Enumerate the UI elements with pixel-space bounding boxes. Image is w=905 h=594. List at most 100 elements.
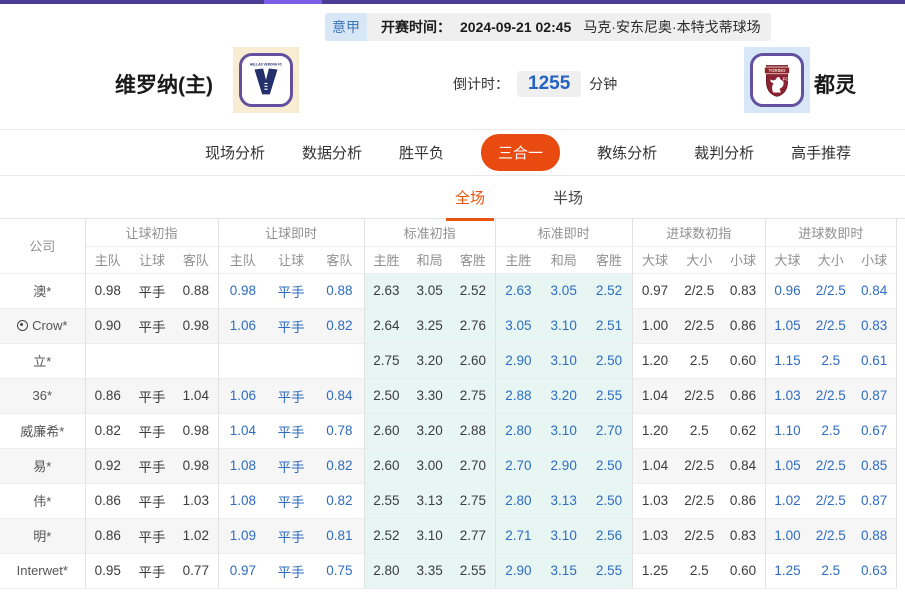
odds-cell[interactable]: 1.06 — [218, 307, 268, 343]
odds-cell[interactable]: 3.05 — [495, 307, 542, 343]
odds-cell[interactable]: 2.90 — [495, 342, 542, 378]
odds-cell[interactable]: 平手 — [267, 552, 316, 589]
odds-cell[interactable]: 2.71 — [495, 517, 542, 553]
odds-cell[interactable]: 1.08 — [218, 482, 268, 518]
odds-cell[interactable]: 2.90 — [495, 552, 542, 589]
odds-cell[interactable] — [315, 342, 365, 378]
odds-cell[interactable]: 2.50 — [586, 447, 633, 483]
odds-cell[interactable]: 0.87 — [852, 377, 898, 413]
odds-cell[interactable]: 0.88 — [852, 517, 898, 553]
odds-cell[interactable]: 2.56 — [586, 517, 633, 553]
odds-cell[interactable]: 2.50 — [586, 342, 633, 378]
odds-cell[interactable]: 3.10 — [541, 307, 587, 343]
nav-tab-1[interactable]: 现场分析 — [205, 142, 265, 163]
nav-tab-4[interactable]: 三合一 — [481, 134, 561, 171]
odds-cell[interactable]: 2.70 — [495, 447, 542, 483]
odds-cell[interactable]: 0.97 — [218, 552, 268, 589]
odds-cell[interactable]: 2/2.5 — [809, 377, 853, 413]
odds-cell[interactable]: 2.50 — [586, 482, 633, 518]
countdown-label: 倒计时： — [453, 76, 509, 92]
odds-cell[interactable]: 2.63 — [495, 272, 542, 308]
top-accent-bar — [0, 0, 905, 4]
odds-cell[interactable]: 3.20 — [541, 377, 587, 413]
odds-cell[interactable]: 1.04 — [218, 412, 268, 448]
odds-cell[interactable]: 1.03 — [765, 377, 810, 413]
odds-cell[interactable]: 0.85 — [852, 447, 898, 483]
company-cell: 威廉希* — [0, 412, 86, 448]
odds-cell[interactable]: 2.5 — [809, 342, 853, 378]
top-accent-segment — [264, 0, 322, 4]
odds-cell[interactable]: 1.08 — [218, 447, 268, 483]
odds-cell[interactable]: 1.05 — [765, 307, 810, 343]
odds-cell[interactable]: 1.00 — [765, 517, 810, 553]
nav-tab-5[interactable]: 教练分析 — [597, 142, 657, 163]
odds-cell[interactable]: 平手 — [267, 272, 316, 308]
odds-cell[interactable]: 0.82 — [315, 447, 365, 483]
odds-cell[interactable]: 3.10 — [541, 342, 587, 378]
odds-cell[interactable]: 0.63 — [852, 552, 898, 589]
period-tab-1[interactable]: 全场 — [445, 187, 495, 221]
odds-cell[interactable]: 平手 — [267, 517, 316, 553]
league-badge[interactable]: 意甲 — [325, 13, 367, 41]
odds-cell[interactable]: 2.55 — [586, 552, 633, 589]
odds-cell[interactable]: 2.80 — [495, 482, 542, 518]
odds-cell[interactable]: 2/2.5 — [809, 482, 853, 518]
odds-cell[interactable]: 2/2.5 — [809, 272, 853, 308]
nav-tab-3[interactable]: 胜平负 — [399, 142, 444, 163]
nav-tab-2[interactable]: 数据分析 — [302, 142, 362, 163]
odds-cell[interactable]: 3.15 — [541, 552, 587, 589]
odds-cell[interactable]: 0.81 — [315, 517, 365, 553]
odds-cell[interactable]: 0.87 — [852, 482, 898, 518]
odds-cell[interactable]: 3.10 — [541, 517, 587, 553]
odds-cell[interactable] — [218, 342, 268, 378]
odds-cell[interactable]: 2/2.5 — [809, 307, 853, 343]
odds-cell[interactable]: 2/2.5 — [809, 517, 853, 553]
odds-cell[interactable]: 3.13 — [541, 482, 587, 518]
odds-cell[interactable]: 0.88 — [315, 272, 365, 308]
odds-cell[interactable]: 0.98 — [218, 272, 268, 308]
odds-cell[interactable]: 平手 — [267, 482, 316, 518]
odds-cell[interactable]: 1.15 — [765, 342, 810, 378]
odds-cell: 1.20 — [632, 412, 678, 448]
odds-cell[interactable]: 0.75 — [315, 552, 365, 589]
odds-cell[interactable]: 0.83 — [852, 307, 898, 343]
odds-cell[interactable]: 2.51 — [586, 307, 633, 343]
odds-cell[interactable]: 0.96 — [765, 272, 810, 308]
odds-cell[interactable]: 3.10 — [541, 412, 587, 448]
odds-cell[interactable] — [267, 342, 316, 378]
odds-cell[interactable]: 平手 — [267, 307, 316, 343]
odds-cell[interactable]: 平手 — [267, 412, 316, 448]
nav-tab-6[interactable]: 裁判分析 — [694, 142, 754, 163]
odds-cell[interactable]: 2.55 — [586, 377, 633, 413]
odds-cell[interactable]: 3.05 — [541, 272, 587, 308]
sub-header: 客队 — [315, 246, 365, 273]
odds-cell[interactable]: 2.5 — [809, 552, 853, 589]
kickoff-time: 开赛时间： 2024-09-21 02:45 — [367, 13, 583, 41]
odds-cell[interactable]: 2.88 — [495, 377, 542, 413]
odds-cell: 2/2.5 — [677, 482, 722, 518]
odds-cell[interactable]: 0.61 — [852, 342, 898, 378]
odds-cell[interactable]: 0.67 — [852, 412, 898, 448]
odds-cell[interactable]: 0.78 — [315, 412, 365, 448]
odds-cell[interactable]: 2.80 — [495, 412, 542, 448]
odds-cell[interactable]: 1.06 — [218, 377, 268, 413]
odds-cell[interactable]: 0.82 — [315, 307, 365, 343]
odds-cell: 3.20 — [408, 342, 452, 378]
odds-cell[interactable]: 1.09 — [218, 517, 268, 553]
odds-cell[interactable]: 平手 — [267, 377, 316, 413]
odds-cell[interactable]: 0.84 — [852, 272, 898, 308]
odds-cell[interactable]: 1.25 — [765, 552, 810, 589]
odds-cell[interactable]: 2/2.5 — [809, 447, 853, 483]
odds-cell[interactable]: 0.82 — [315, 482, 365, 518]
odds-cell[interactable]: 1.10 — [765, 412, 810, 448]
odds-cell[interactable]: 2.5 — [809, 412, 853, 448]
odds-cell[interactable]: 2.70 — [586, 412, 633, 448]
nav-tab-7[interactable]: 高手推荐 — [791, 142, 851, 163]
odds-cell[interactable]: 1.05 — [765, 447, 810, 483]
odds-cell[interactable]: 2.52 — [586, 272, 633, 308]
odds-cell[interactable]: 1.02 — [765, 482, 810, 518]
odds-cell[interactable]: 0.84 — [315, 377, 365, 413]
odds-cell[interactable]: 2.90 — [541, 447, 587, 483]
odds-cell[interactable]: 平手 — [267, 447, 316, 483]
period-tab-2[interactable]: 半场 — [553, 187, 583, 208]
